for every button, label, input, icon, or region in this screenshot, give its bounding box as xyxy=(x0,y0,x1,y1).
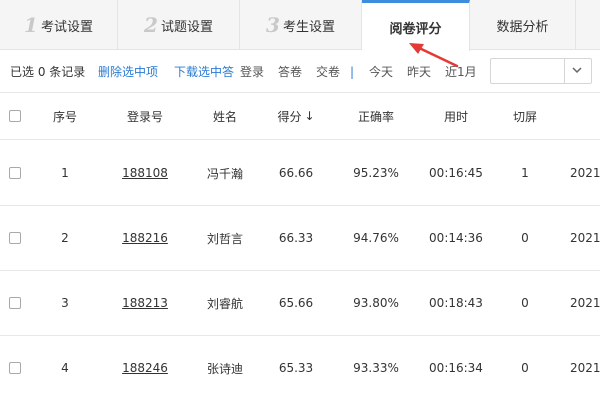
tab-grading[interactable]: 阅卷评分 xyxy=(362,0,470,51)
table-header: 序号 登录号 姓名 得分 ↓ 正确率 用时 切屏 xyxy=(0,92,600,140)
tab-number: 3 xyxy=(266,13,280,37)
cell-time-used: 00:18:43 xyxy=(429,296,483,310)
table-row: 3 188213 刘睿航 65.66 93.80% 00:18:43 0 202… xyxy=(0,271,600,336)
cell-seq: 3 xyxy=(61,296,69,310)
cell-time-used: 00:16:45 xyxy=(429,166,483,180)
cell-date: 2021 xyxy=(570,296,600,310)
cell-accuracy: 94.76% xyxy=(353,231,399,245)
table-row: 1 188108 冯千瀚 66.66 95.23% 00:16:45 1 202… xyxy=(0,141,600,206)
select-all-checkbox[interactable] xyxy=(9,110,21,122)
answer-filter-button[interactable]: 答卷 xyxy=(278,64,302,80)
cell-screen-switch: 0 xyxy=(521,296,529,310)
last-month-filter-button[interactable]: 近1月 xyxy=(445,64,477,80)
cell-date: 2021 xyxy=(570,361,600,375)
cell-time-used: 00:14:36 xyxy=(429,231,483,245)
cell-accuracy: 93.33% xyxy=(353,361,399,375)
tab-label: 阅卷评分 xyxy=(389,21,442,37)
toolbar-separator: | xyxy=(350,65,355,79)
cell-screen-switch: 0 xyxy=(521,361,529,375)
column-header-name: 姓名 xyxy=(212,109,237,124)
login-id-link[interactable]: 188216 xyxy=(122,231,168,245)
row-select-cell xyxy=(0,336,30,400)
row-checkbox[interactable] xyxy=(9,232,21,244)
login-id-link[interactable]: 188246 xyxy=(122,361,168,375)
cell-name: 刘睿航 xyxy=(206,296,243,311)
tab-label: 试题设置 xyxy=(160,19,213,35)
tab-label: 数据分析 xyxy=(496,19,549,35)
login-id-link[interactable]: 188108 xyxy=(122,166,168,180)
row-checkbox[interactable] xyxy=(9,297,21,309)
tab-bar: 1 考试设置 2 试题设置 3 考生设置 阅卷评分 数据分析 xyxy=(0,0,600,51)
submit-filter-button[interactable]: 交卷 xyxy=(316,64,340,80)
column-header-seq: 序号 xyxy=(52,109,77,124)
tab-exam-settings[interactable]: 1 考试设置 xyxy=(0,0,118,50)
tab-label: 考试设置 xyxy=(40,19,93,35)
cell-name: 刘哲言 xyxy=(206,231,243,246)
chevron-down-icon[interactable] xyxy=(570,63,584,77)
row-select-cell xyxy=(0,206,30,270)
select-all-cell xyxy=(0,93,30,139)
date-range-select[interactable] xyxy=(490,58,592,84)
column-header-accuracy: 正确率 xyxy=(357,109,394,124)
cell-score: 66.33 xyxy=(278,231,314,245)
login-id-link[interactable]: 188213 xyxy=(122,296,168,310)
cell-name: 张诗迪 xyxy=(206,361,243,376)
cell-date: 2021 xyxy=(570,166,600,180)
cell-name: 冯千瀚 xyxy=(206,166,243,181)
row-checkbox[interactable] xyxy=(9,362,21,374)
cell-login-id: 188213 xyxy=(110,271,180,335)
cell-seq: 4 xyxy=(61,361,69,375)
column-header-score[interactable]: 得分 ↓ xyxy=(266,93,326,139)
cell-score: 66.66 xyxy=(278,166,314,180)
cell-time-used: 00:16:34 xyxy=(429,361,483,375)
login-filter-button[interactable]: 登录 xyxy=(240,64,264,80)
column-header-screen-switch: 切屏 xyxy=(512,109,537,124)
column-header-time-used: 用时 xyxy=(443,109,468,124)
tab-number: 1 xyxy=(24,13,38,37)
row-select-cell xyxy=(0,271,30,335)
select-divider xyxy=(564,59,565,83)
sort-down-icon[interactable]: ↓ xyxy=(304,109,314,123)
table-row: 4 188246 张诗迪 65.33 93.33% 00:16:34 0 202… xyxy=(0,336,600,400)
tab-question-settings[interactable]: 2 试题设置 xyxy=(118,0,240,50)
yesterday-filter-button[interactable]: 昨天 xyxy=(407,64,431,80)
tab-label: 考生设置 xyxy=(282,19,335,35)
download-selected-link[interactable]: 下载选中答 xyxy=(174,64,234,80)
cell-seq: 1 xyxy=(61,166,69,180)
column-header-score-label: 得分 xyxy=(277,109,302,124)
cell-accuracy: 93.80% xyxy=(353,296,399,310)
cell-login-id: 188216 xyxy=(110,206,180,270)
cell-login-id: 188246 xyxy=(110,336,180,400)
cell-login-id: 188108 xyxy=(110,141,180,205)
selected-count: 已选 0 条记录 xyxy=(10,65,86,79)
tab-number: 2 xyxy=(144,13,158,37)
row-select-cell xyxy=(0,141,30,205)
cell-accuracy: 95.23% xyxy=(353,166,399,180)
tab-data-analysis[interactable]: 数据分析 xyxy=(470,0,576,50)
cell-seq: 2 xyxy=(61,231,69,245)
today-filter-button[interactable]: 今天 xyxy=(369,64,393,80)
column-header-login-id: 登录号 xyxy=(126,109,163,124)
tab-candidate-settings[interactable]: 3 考生设置 xyxy=(240,0,362,50)
cell-date: 2021 xyxy=(570,231,600,245)
cell-screen-switch: 0 xyxy=(521,231,529,245)
row-checkbox[interactable] xyxy=(9,167,21,179)
cell-score: 65.33 xyxy=(278,361,314,375)
cell-screen-switch: 1 xyxy=(521,166,529,180)
table-row: 2 188216 刘哲言 66.33 94.76% 00:14:36 0 202… xyxy=(0,206,600,271)
delete-selected-link[interactable]: 删除选中项 xyxy=(98,64,158,80)
cell-score: 65.66 xyxy=(278,296,314,310)
